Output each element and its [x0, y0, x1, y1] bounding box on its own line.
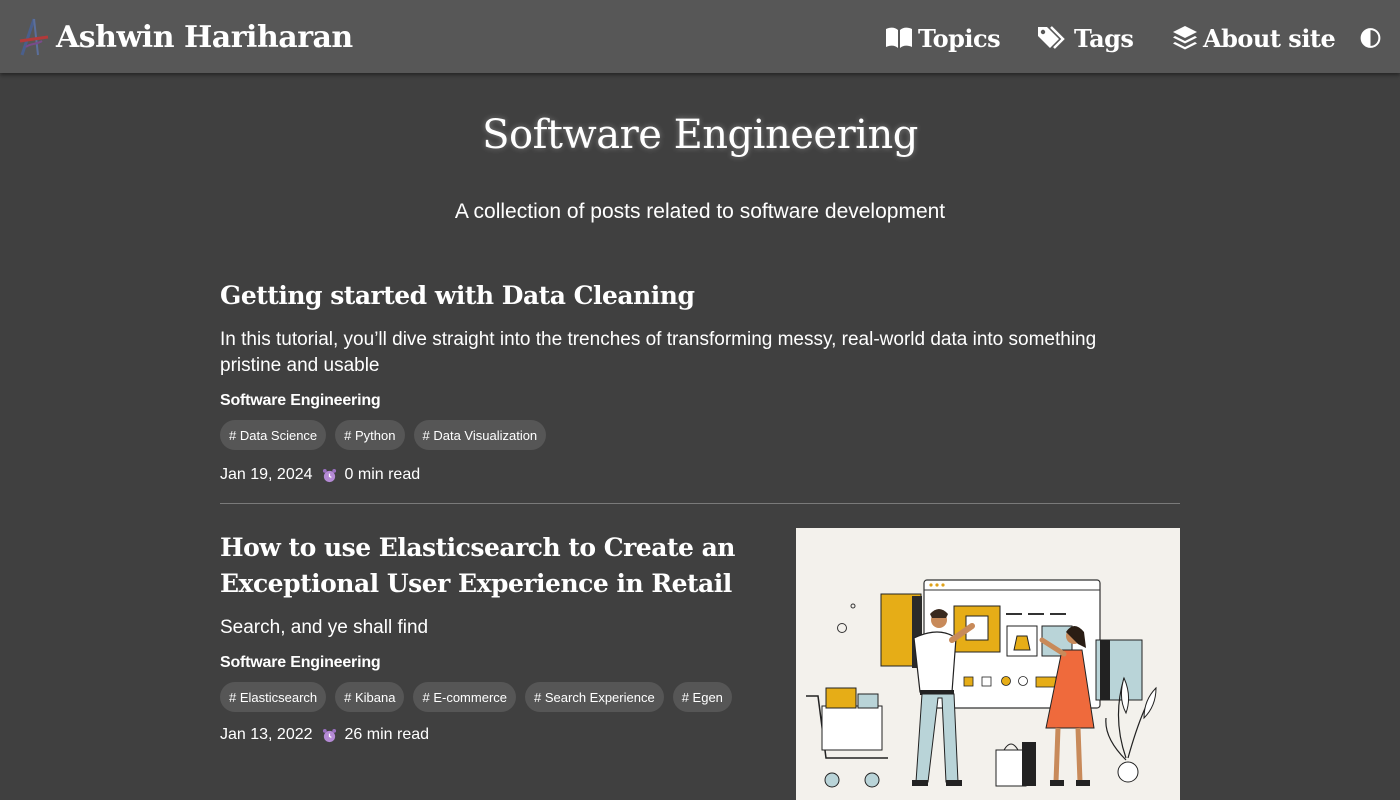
page-title: Software Engineering: [482, 112, 918, 158]
open-book-icon: [886, 27, 912, 48]
nav-tags-label: Tags: [1074, 23, 1134, 53]
tag-list: # Data Science # Python # Data Visualiza…: [220, 420, 547, 450]
tag-list: # Elasticsearch # Kibana # E-commerce # …: [220, 682, 732, 712]
tag-search-experience[interactable]: # Search Experience: [525, 682, 664, 712]
post-date: Jan 19, 2024: [220, 466, 313, 483]
post-summary: Search, and ye shall find: [220, 617, 429, 638]
nav-about-label: About site: [1203, 23, 1336, 53]
tag-e-commerce[interactable]: # E-commerce: [413, 682, 517, 712]
site-brand[interactable]: Ashwin Hariharan: [16, 15, 353, 59]
tag-elasticsearch[interactable]: # Elasticsearch: [220, 682, 327, 712]
post-read-time: 0 min read: [344, 466, 421, 483]
site-name: Ashwin Hariharan: [56, 19, 353, 55]
nav-tags-link[interactable]: Tags: [1037, 20, 1134, 56]
post-meta: Jan 19, 2024 0 min read: [220, 466, 420, 484]
post-title-line: Exceptional User Experience in Retail: [220, 569, 732, 598]
post-title-link[interactable]: How to use Elasticsearch to Create an Ex…: [220, 530, 780, 602]
post-thumbnail-image[interactable]: [796, 528, 1180, 800]
post-date: Jan 13, 2022: [220, 726, 313, 743]
post-topic-label: Software Engineering: [220, 654, 381, 671]
post-card: Getting started with Data Cleaning In th…: [220, 278, 1180, 483]
post-title-line: How to use Elasticsearch to Create an: [220, 533, 735, 562]
post-summary: In this tutorial, you’ll dive straight i…: [220, 329, 1097, 376]
tag-kibana[interactable]: # Kibana: [335, 682, 405, 712]
tag-data-visualization[interactable]: # Data Visualization: [413, 420, 547, 450]
post-title-link[interactable]: Getting started with Data Cleaning: [220, 278, 1180, 314]
nav-topics-link[interactable]: Topics: [885, 20, 1001, 56]
post-meta: Jan 13, 2022 26 min read: [220, 726, 429, 744]
alarm-clock-icon: [322, 468, 336, 482]
tag-python[interactable]: # Python: [335, 420, 405, 450]
nav-topics-label: Topics: [918, 23, 1001, 53]
page-subtitle: A collection of posts related to softwar…: [454, 200, 946, 223]
theme-toggle-button[interactable]: [1360, 24, 1386, 52]
post-topic-label: Software Engineering: [220, 392, 381, 409]
retail-shopping-illustration: [796, 528, 1180, 800]
post-card: How to use Elasticsearch to Create an Ex…: [220, 530, 780, 743]
post-read-time: 26 min read: [344, 726, 430, 743]
post-divider: [220, 503, 1180, 504]
nav-about-link[interactable]: About site: [1172, 20, 1336, 56]
site-logo-icon: [19, 18, 49, 56]
tags-icon: [1038, 26, 1065, 49]
alarm-clock-icon: [322, 728, 336, 742]
tag-egen[interactable]: # Egen: [672, 682, 732, 712]
tag-data-science[interactable]: # Data Science: [220, 420, 327, 450]
layers-icon: [1173, 26, 1197, 50]
navbar: Ashwin Hariharan Topics Tags About site: [0, 0, 1400, 73]
half-circle-contrast-icon: [1360, 28, 1381, 48]
